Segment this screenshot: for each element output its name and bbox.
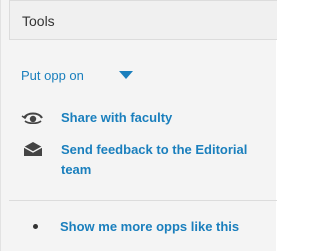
send-feedback-label[interactable]: Send feedback to the Editorial team xyxy=(61,140,271,180)
bullet-icon xyxy=(33,224,38,229)
more-opps-link[interactable]: Show me more opps like this xyxy=(33,219,239,234)
caret-down-icon[interactable] xyxy=(118,70,133,79)
share-eye-icon xyxy=(21,112,43,125)
share-with-faculty-label[interactable]: Share with faculty xyxy=(61,108,172,128)
envelope-icon xyxy=(23,142,43,156)
send-feedback-link[interactable]: Send feedback to the Editorial team xyxy=(21,140,271,180)
section-divider xyxy=(9,200,277,201)
more-opps-label[interactable]: Show me more opps like this xyxy=(60,219,239,234)
share-with-faculty-link[interactable]: Share with faculty xyxy=(21,108,172,128)
tools-title: Tools xyxy=(22,13,55,29)
put-opp-dropdown[interactable]: Put opp on xyxy=(21,68,133,83)
put-opp-label[interactable]: Put opp on xyxy=(21,68,84,83)
tools-header: Tools xyxy=(9,0,277,40)
tools-panel: Tools Put opp on Share with faculty Send… xyxy=(0,0,277,251)
